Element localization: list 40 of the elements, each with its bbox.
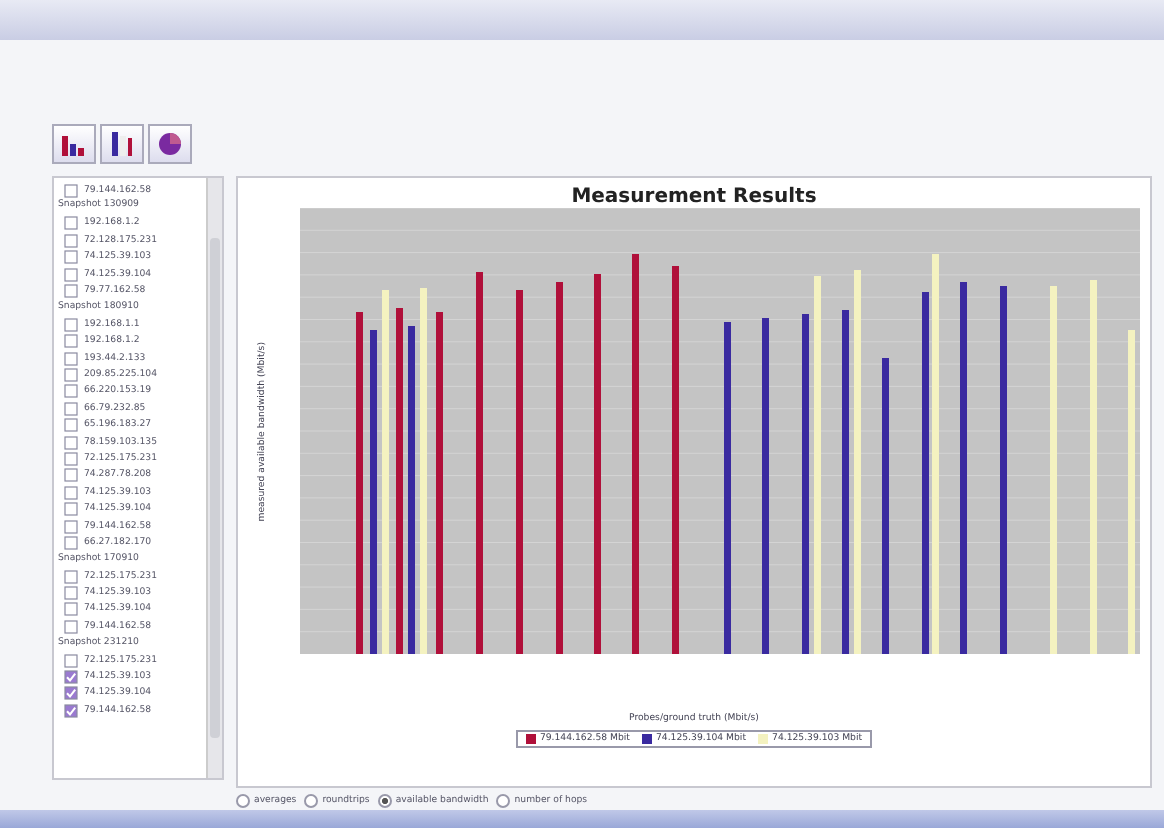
checkbox[interactable] [64, 703, 78, 718]
checkbox[interactable] [64, 435, 78, 450]
checkbox[interactable] [64, 451, 78, 466]
column-chart-icon [106, 130, 138, 158]
checkbox[interactable] [64, 233, 78, 248]
chart-type-button[interactable] [148, 124, 192, 164]
checkbox[interactable] [64, 670, 78, 685]
checkbox[interactable] [64, 384, 78, 399]
chart-type-button[interactable] [100, 124, 144, 164]
checkbox[interactable] [64, 351, 78, 366]
checkbox[interactable] [64, 569, 78, 584]
checkbox[interactable] [64, 367, 78, 382]
checkbox[interactable] [64, 686, 78, 701]
checkbox[interactable] [64, 485, 78, 500]
checkbox[interactable] [64, 334, 78, 349]
checkbox[interactable] [64, 250, 78, 265]
checkbox[interactable] [64, 468, 78, 483]
chart-title: Measurement Results [571, 186, 817, 208]
checkbox[interactable] [64, 586, 78, 601]
radio-button[interactable] [236, 794, 250, 808]
checkbox[interactable] [64, 267, 78, 282]
checkbox[interactable] [64, 619, 78, 634]
checkbox[interactable] [64, 183, 78, 198]
radio-button[interactable] [496, 794, 511, 808]
radio-button[interactable] [304, 794, 319, 808]
checkbox[interactable] [64, 284, 78, 299]
bar-chart-icon [58, 130, 90, 158]
checkbox[interactable] [64, 602, 78, 617]
checkbox[interactable] [64, 653, 78, 668]
checkbox[interactable] [64, 519, 78, 533]
scrollbar[interactable] [206, 178, 222, 778]
checkbox[interactable] [64, 535, 78, 550]
checkbox[interactable] [64, 401, 78, 416]
checkbox[interactable] [64, 216, 78, 231]
chart-type-button[interactable] [52, 124, 96, 164]
checkbox[interactable] [64, 317, 78, 332]
radio-button[interactable] [377, 794, 392, 808]
checkbox[interactable] [64, 502, 78, 517]
checkbox[interactable] [64, 418, 78, 433]
pie-chart-icon [154, 130, 186, 158]
